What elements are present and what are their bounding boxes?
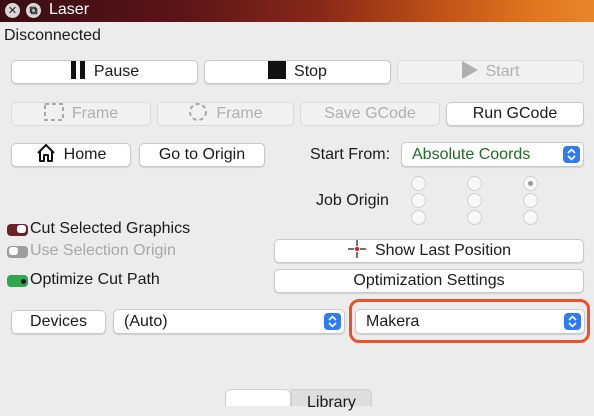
device-select-highlight	[349, 299, 590, 343]
use-selection-origin-toggle[interactable]	[7, 246, 28, 258]
toggle-knob	[17, 225, 26, 233]
show-last-position-button[interactable]: Show Last Position	[274, 239, 584, 263]
crosshair-icon	[347, 239, 367, 264]
toggle-knob	[9, 247, 18, 255]
home-icon	[36, 143, 56, 167]
cut-selected-graphics-toggle[interactable]	[7, 224, 28, 236]
show-last-position-label: Show Last Position	[374, 242, 512, 259]
port-value: (Auto)	[124, 313, 168, 330]
toggle-knob	[21, 278, 26, 284]
job-origin-top-left[interactable]	[411, 176, 426, 191]
job-origin-bottom-left[interactable]	[411, 210, 426, 225]
home-label: Home	[63, 146, 107, 163]
save-gcode-button[interactable]: Save GCode	[300, 102, 440, 126]
select-arrows-icon	[324, 313, 341, 330]
bottom-tab-bar: Library	[225, 389, 372, 411]
job-origin-middle-left[interactable]	[411, 193, 426, 208]
play-icon	[461, 60, 478, 84]
job-origin-top-center[interactable]	[467, 176, 482, 191]
stop-icon	[268, 60, 287, 84]
home-button[interactable]: Home	[11, 143, 131, 167]
stop-label: Stop	[294, 63, 327, 80]
restore-icon[interactable]: ⧉	[26, 3, 41, 18]
run-gcode-button[interactable]: Run GCode	[446, 102, 584, 126]
window-titlebar: ✕ ⧉ Laser	[0, 0, 594, 22]
job-origin-label: Job Origin	[316, 192, 389, 209]
frame-circle-label: Frame	[216, 105, 263, 122]
window-title: Laser	[49, 1, 90, 18]
start-from-value: Absolute Coords	[412, 146, 531, 163]
pause-button[interactable]: Pause	[11, 60, 198, 84]
pause-icon	[70, 60, 86, 84]
start-label: Start	[485, 63, 520, 80]
optimize-cut-path-toggle[interactable]	[7, 275, 28, 287]
tab-library[interactable]: Library	[291, 389, 372, 411]
close-icon[interactable]: ✕	[5, 3, 20, 18]
devices-button[interactable]: Devices	[11, 310, 106, 334]
job-origin-middle-right[interactable]	[523, 193, 538, 208]
frame-circle-icon	[188, 102, 208, 127]
pause-label: Pause	[93, 63, 140, 80]
start-from-label: Start From:	[310, 146, 391, 163]
use-selection-origin-label: Use Selection Origin	[30, 242, 176, 259]
go-to-origin-button[interactable]: Go to Origin	[139, 143, 265, 167]
frame-rectangle-icon	[43, 102, 64, 126]
tab-blank[interactable]	[225, 389, 291, 406]
cut-selected-graphics-label: Cut Selected Graphics	[30, 220, 191, 237]
optimization-settings-button[interactable]: Optimization Settings	[274, 269, 584, 293]
port-select[interactable]: (Auto)	[113, 309, 345, 334]
job-origin-bottom-right[interactable]	[523, 210, 538, 225]
start-button[interactable]: Start	[397, 60, 584, 84]
stop-button[interactable]: Stop	[204, 60, 391, 84]
job-origin-top-right[interactable]	[523, 176, 538, 191]
job-origin-center[interactable]	[467, 193, 482, 208]
connection-status: Disconnected	[4, 27, 101, 44]
select-arrows-icon	[563, 146, 580, 163]
frame-rectangle-label: Frame	[71, 105, 119, 122]
job-origin-bottom-center[interactable]	[467, 210, 482, 225]
optimize-cut-path-label: Optimize Cut Path	[30, 271, 160, 288]
frame-circle-button[interactable]: Frame	[157, 102, 294, 126]
start-from-select[interactable]: Absolute Coords	[401, 142, 584, 167]
frame-rectangle-button[interactable]: Frame	[11, 102, 151, 126]
